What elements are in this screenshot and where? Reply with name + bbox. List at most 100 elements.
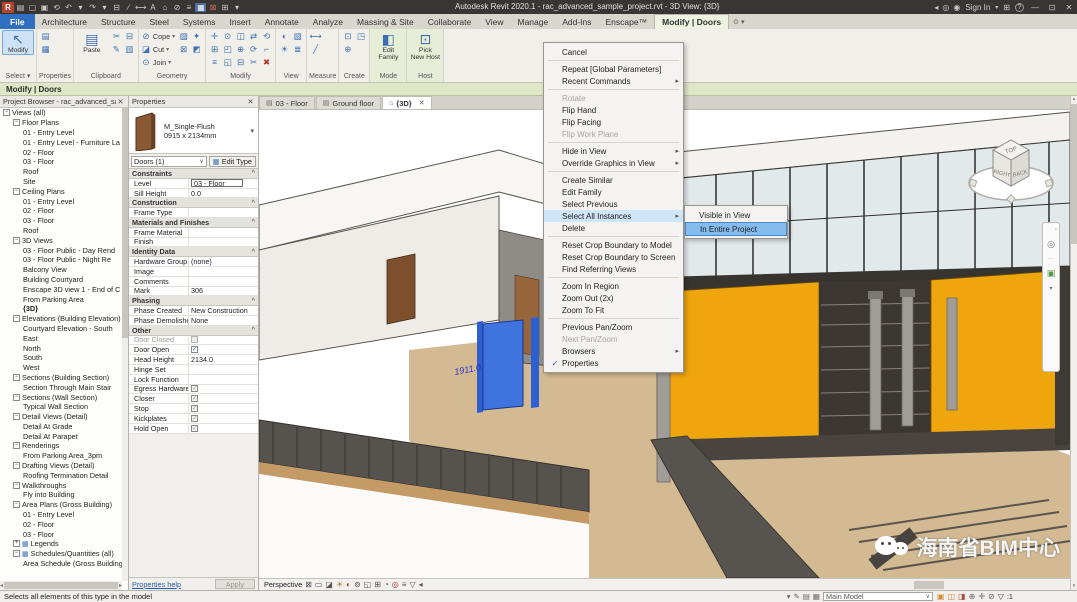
tree-item[interactable]: −Sections (Building Section) — [0, 373, 122, 383]
menu-item-create-similar[interactable]: Create Similar — [544, 174, 683, 186]
type-selector[interactable]: M_Single-Flush 0915 x 2134mm ▾ — [129, 108, 258, 154]
beam-joins-icon[interactable]: ◩ — [190, 43, 203, 56]
tree-item[interactable]: +▦Legends — [0, 539, 122, 549]
corner-icon[interactable]: ⌐ — [260, 43, 273, 56]
tree-item[interactable]: 01 - Entry Level — [0, 128, 122, 138]
tree-item[interactable]: 01 - Entry Level — [0, 196, 122, 206]
wall-joins-icon[interactable]: ⊠ — [177, 43, 190, 56]
tree-item[interactable]: 03 - Floor — [0, 216, 122, 226]
properties-header[interactable]: Properties ✕ — [129, 96, 258, 108]
design-option-select[interactable]: Main Model ∨ — [823, 592, 933, 601]
menu-item-zoom-in-region[interactable]: Zoom In Region — [544, 280, 683, 292]
avatar-icon[interactable]: ◉ — [953, 3, 960, 12]
ribbon-tab-systems[interactable]: Systems — [176, 14, 223, 29]
collapse-box-icon[interactable]: − — [13, 237, 20, 244]
print-icon[interactable]: ⊟ — [111, 3, 122, 12]
redo-icon[interactable]: ↷ — [87, 3, 98, 12]
project-browser-header[interactable]: Project Browser - rac_advanced_samp... ✕ — [0, 96, 128, 108]
view-scale-icon[interactable]: ⊠ — [305, 580, 312, 589]
tree-item[interactable]: From Parking Area_3pm — [0, 451, 122, 461]
app-store-icon[interactable]: ⊞ — [1003, 3, 1010, 12]
tree-item[interactable]: From Parking Area — [0, 294, 122, 304]
measure-along-icon[interactable]: ╱ — [309, 43, 322, 56]
tree-item[interactable]: Site — [0, 177, 122, 187]
property-value[interactable]: ✓ — [189, 425, 258, 432]
menu-item-delete[interactable]: Delete — [544, 222, 683, 234]
ribbon-tab-modify-doors[interactable]: Modify | Doors — [654, 14, 729, 29]
submenu-item-in-entire-project[interactable]: In Entire Project — [685, 222, 787, 236]
tree-item[interactable]: −▦Schedules/Quantities (all) — [0, 549, 122, 559]
property-value[interactable]: 2134.0 — [189, 355, 258, 364]
pick-new-host-tool[interactable]: ⊡Pick New Host — [409, 30, 441, 62]
collapse-vcbar-icon[interactable]: ◂ — [419, 580, 423, 589]
property-section[interactable]: Other^ — [129, 326, 258, 336]
demolish-icon[interactable]: ✦ — [190, 30, 203, 43]
menu-item-reset-crop-boundary-to-screen[interactable]: Reset Crop Boundary to Screen — [544, 251, 683, 263]
design-options-icon[interactable]: ▦ — [813, 592, 820, 601]
scroll-up-icon[interactable]: ▴ — [1071, 96, 1077, 103]
temporary-hide-icon[interactable]: ◔ — [384, 580, 389, 589]
checkbox-icon[interactable]: ✓ — [191, 395, 198, 402]
collapse-icon[interactable]: ^ — [251, 298, 255, 304]
ribbon-tab-collaborate[interactable]: Collaborate — [421, 14, 478, 29]
checkbox-icon[interactable]: ✓ — [191, 415, 198, 422]
ribbon-tab-architecture[interactable]: Architecture — [35, 14, 94, 29]
communication-center-icon[interactable]: ◎ — [942, 3, 949, 12]
rotate-cw-icon[interactable]: ⟳ — [247, 43, 260, 56]
unpin-icon[interactable]: ⊟ — [234, 56, 247, 69]
menu-item-repeat-global-parameters-[interactable]: Repeat [Global Parameters] — [544, 63, 683, 75]
tree-item[interactable]: Building Courtyard — [0, 275, 122, 285]
cut-geometry-tool[interactable]: ◪Cut▾ — [141, 43, 175, 56]
view-tab-close-icon[interactable]: ✕ — [419, 99, 425, 107]
sign-in-button[interactable]: Sign In — [965, 3, 990, 12]
tree-item[interactable]: −Renderings — [0, 441, 122, 451]
collapse-box-icon[interactable]: − — [13, 550, 20, 557]
tree-item[interactable]: 03 - Floor Public - Night Re — [0, 255, 122, 265]
tree-item[interactable]: Typical Wall Section — [0, 402, 122, 412]
tree-item[interactable]: Area Schedule (Gross Building) — [0, 559, 122, 569]
paste-tool[interactable]: ▤Paste — [76, 30, 108, 55]
tree-item[interactable]: 03 - Floor Public - Day Rend — [0, 245, 122, 255]
canvas-hscrollbar[interactable] — [679, 578, 1070, 590]
sync-icon[interactable]: ⟲ — [51, 3, 62, 12]
view-tab-03-floor[interactable]: ▤03 - Floor — [259, 96, 315, 109]
tree-item[interactable]: 01 - Entry Level - Furniture La — [0, 137, 122, 147]
tree-item[interactable]: Roofing Termination Detail — [0, 470, 122, 480]
render-icon[interactable]: ⊚ — [354, 580, 361, 589]
measure-between-icon[interactable]: ⟷ — [309, 30, 322, 43]
ribbon-tab-insert[interactable]: Insert — [222, 14, 257, 29]
property-section[interactable]: Identity Data^ — [129, 247, 258, 257]
array-icon[interactable]: ⊞ — [208, 43, 221, 56]
select-links-icon[interactable]: ⊕ — [969, 592, 976, 601]
properties-toggle-icon[interactable]: ▤ — [39, 30, 52, 43]
tree-item[interactable]: −Drafting Views (Detail) — [0, 461, 122, 471]
editing-requests-icon[interactable]: ◫ — [948, 592, 956, 601]
join-tool[interactable]: ⊙Join▾ — [141, 56, 175, 69]
shadows-icon[interactable]: ◐ — [346, 580, 351, 589]
tree-item[interactable]: −Area Plans (Gross Building) — [0, 500, 122, 510]
tree-item[interactable]: 02 - Floor — [0, 519, 122, 529]
property-value[interactable]: 306 — [189, 286, 258, 295]
property-value[interactable]: New Construction — [189, 306, 258, 315]
view-control-perspective-label[interactable]: Perspective — [264, 580, 302, 589]
select-underlay-icon[interactable]: ⊘ — [988, 592, 995, 601]
checkbox-icon[interactable]: ✓ — [191, 346, 198, 353]
navbar-caret-icon[interactable]: ▾ — [1049, 285, 1052, 292]
undo-icon[interactable]: ↶ — [63, 3, 74, 12]
menu-item-recent-commands[interactable]: Recent Commands▸ — [544, 75, 683, 87]
tree-item[interactable]: Fly into Building — [0, 490, 122, 500]
property-section[interactable]: Phasing^ — [129, 296, 258, 306]
file-menu-icon[interactable]: ▤ — [15, 3, 26, 12]
collapse-icon[interactable]: ^ — [251, 200, 255, 206]
collapse-icon[interactable]: ^ — [251, 170, 255, 176]
menu-item-zoom-to-fit[interactable]: Zoom To Fit — [544, 304, 683, 316]
collapse-box-icon[interactable]: − — [13, 442, 20, 449]
view-tab--3d-[interactable]: ⌂{3D}✕ — [382, 96, 432, 109]
reveal-hidden-icon[interactable]: ◎ — [392, 580, 399, 589]
edit-type-button[interactable]: ▦ Edit Type — [209, 156, 256, 167]
scroll-down-icon[interactable]: ▾ — [1071, 583, 1077, 590]
editable-only-icon[interactable]: ✎ — [793, 592, 799, 601]
property-section[interactable]: Construction^ — [129, 198, 258, 208]
tree-item[interactable]: {3D} — [0, 304, 122, 314]
measure-icon[interactable]: ∕ — [123, 3, 134, 12]
